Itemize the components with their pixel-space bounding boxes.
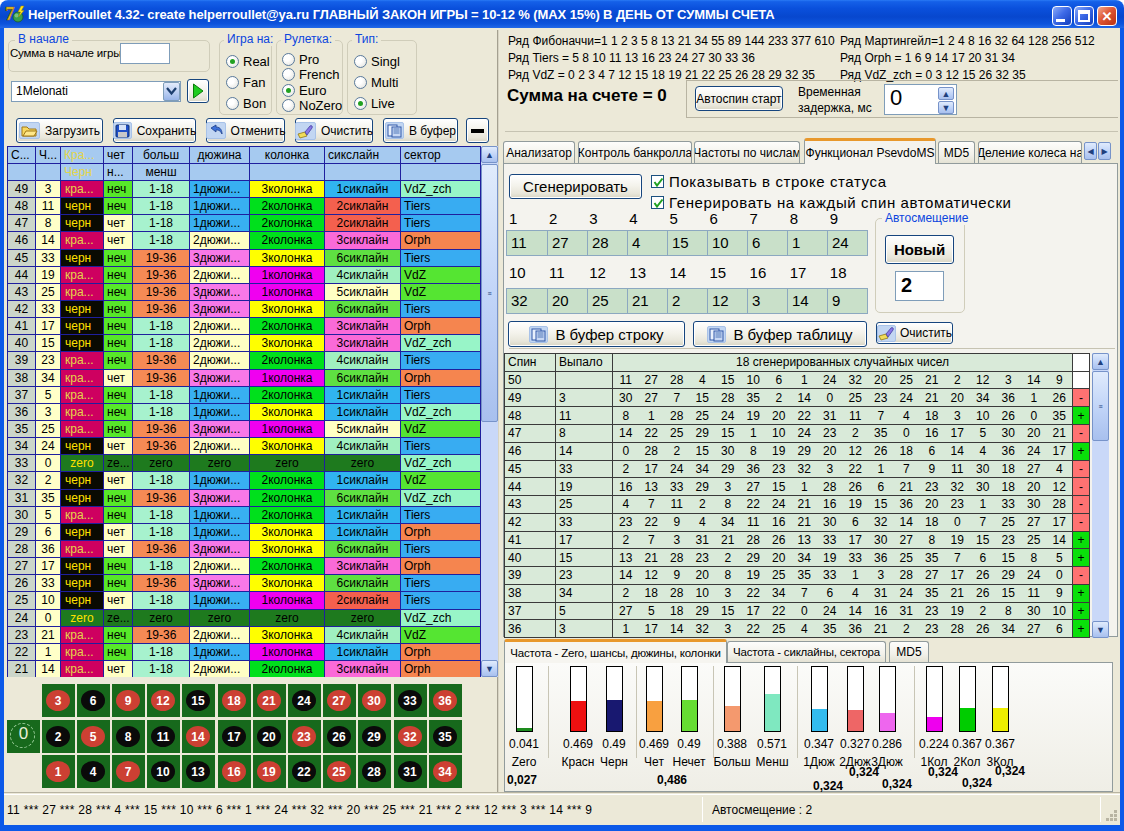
svg-text:7: 7 <box>5 3 15 24</box>
